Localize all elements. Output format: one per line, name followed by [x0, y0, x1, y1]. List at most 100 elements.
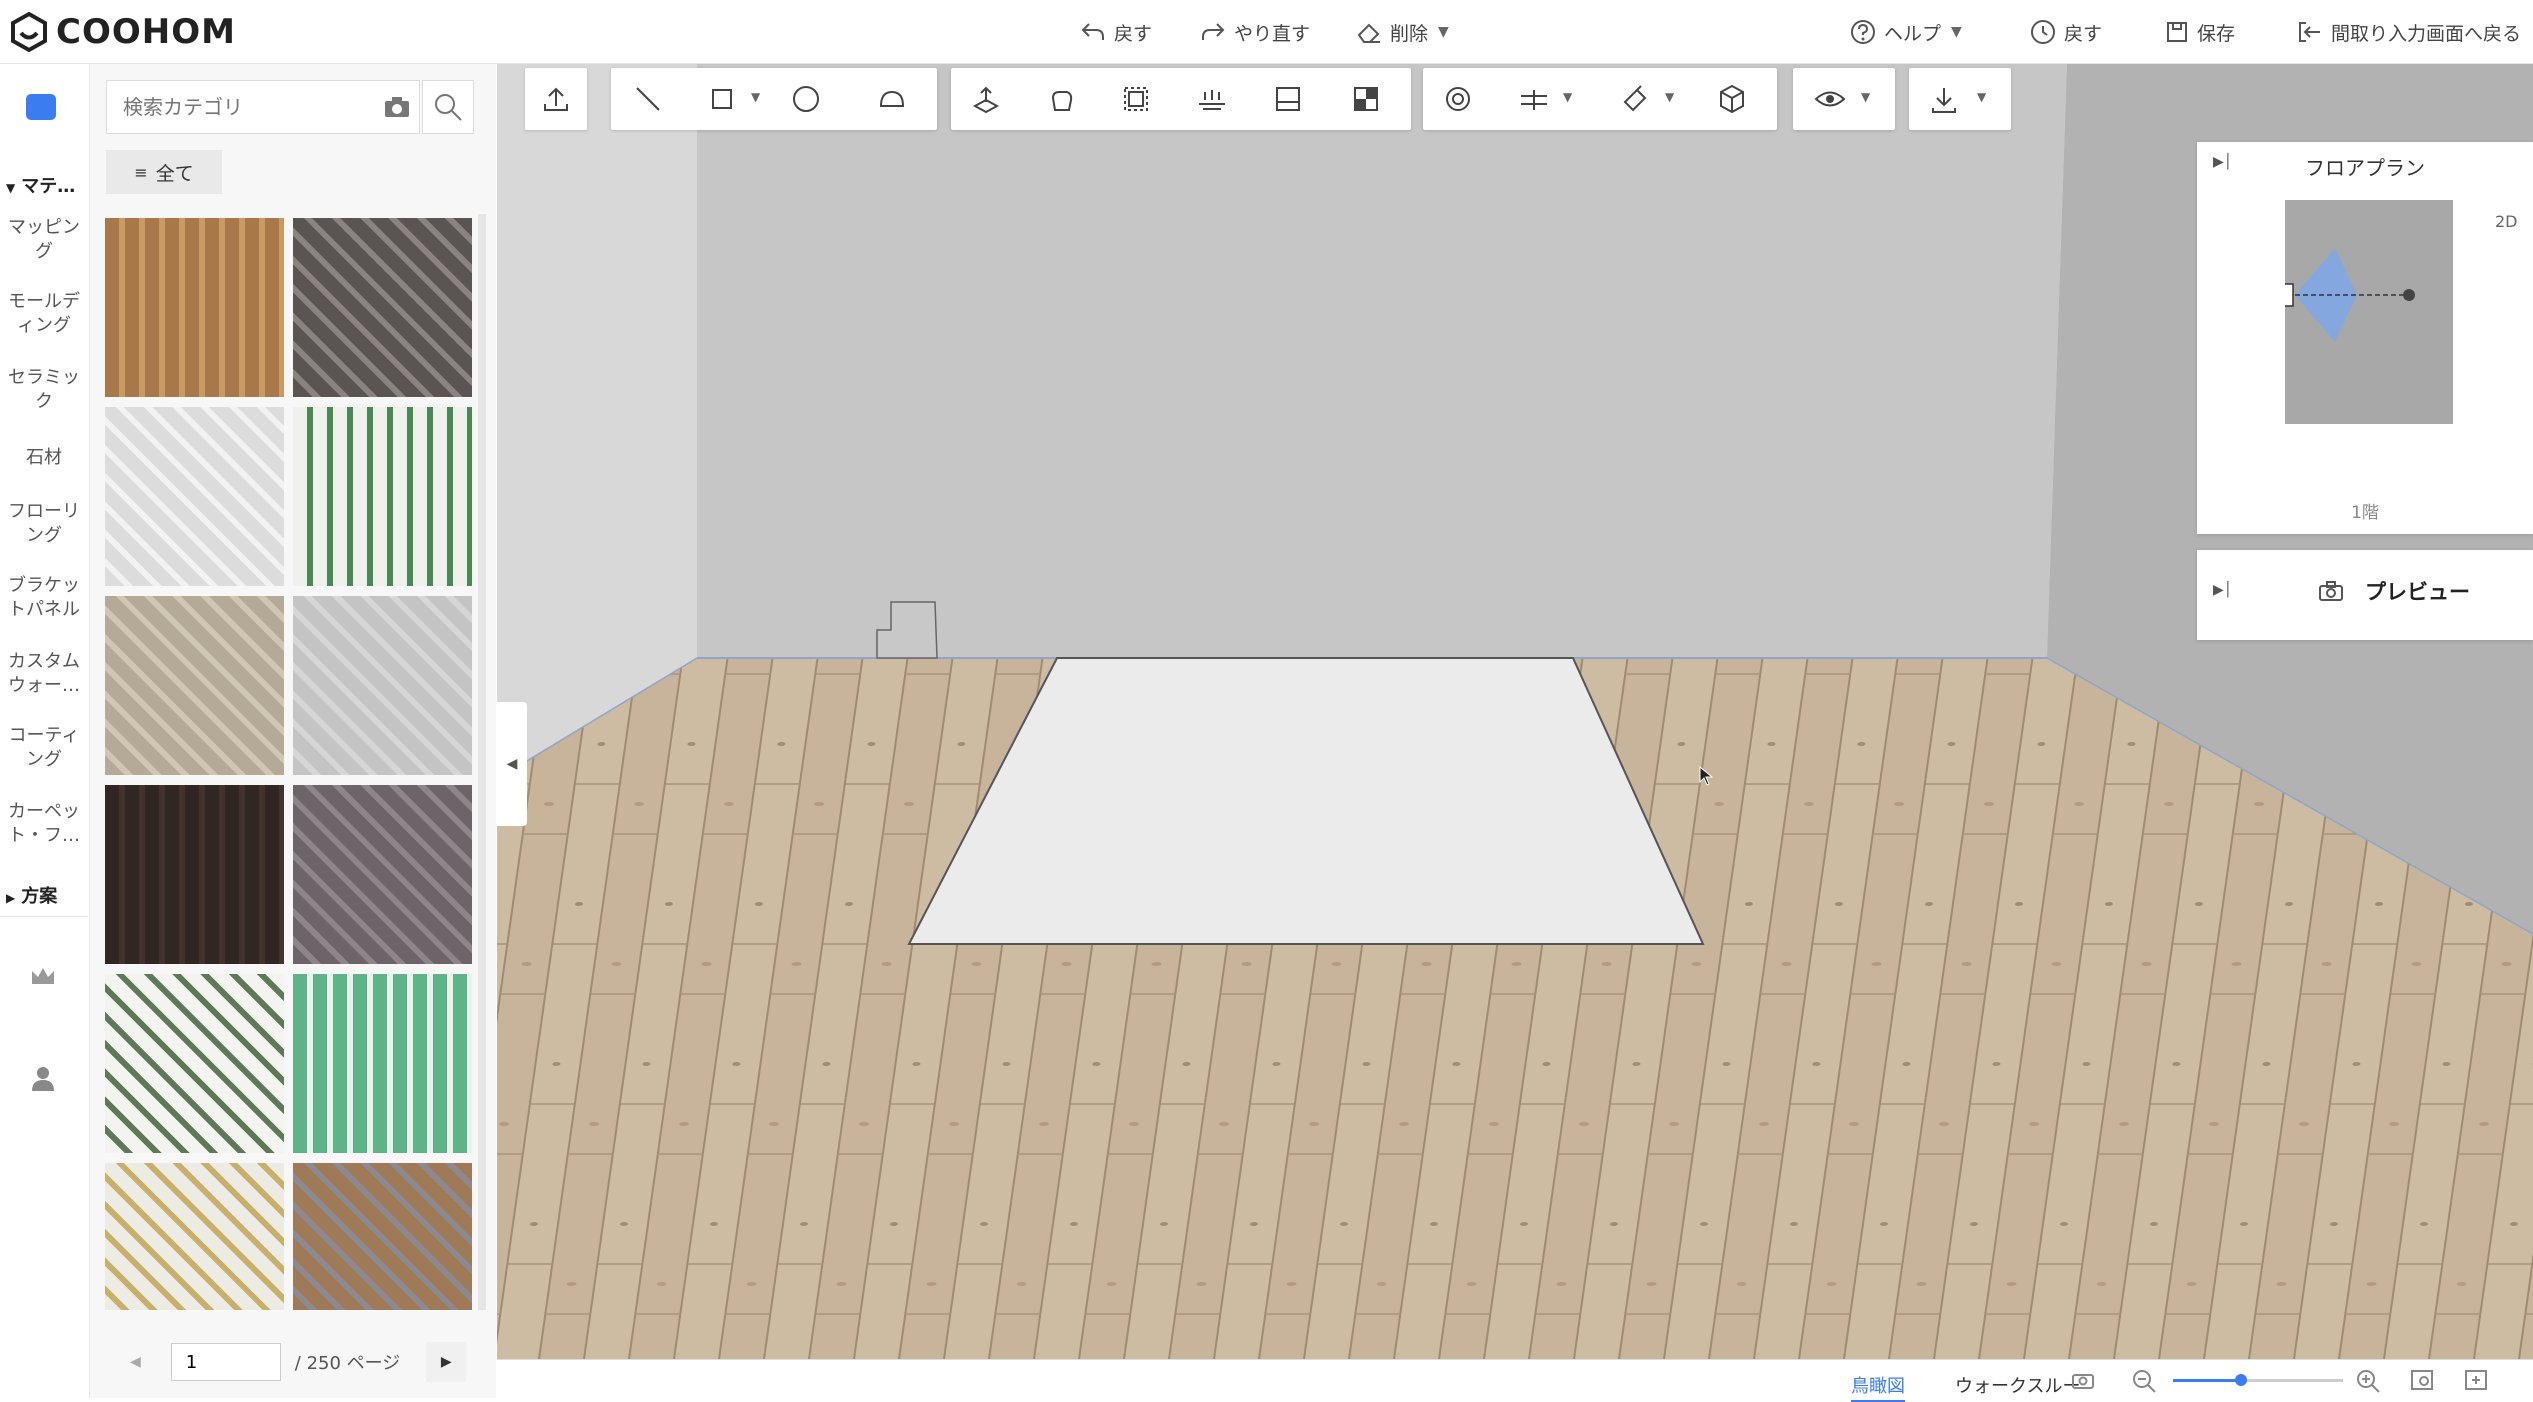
back-to-floorplan-button[interactable]: 間取り入力画面へ戻る — [2297, 14, 2521, 50]
preview-panel[interactable]: ▶│ プレビュー — [2197, 550, 2533, 640]
fullscreen-icon[interactable] — [2463, 1368, 2489, 1392]
view-mode-2d[interactable]: 2D — [2495, 212, 2518, 231]
help-icon — [1851, 20, 1875, 44]
offset-icon[interactable] — [1517, 82, 1551, 116]
collapse-right-icon[interactable]: ▶│ — [2213, 582, 2232, 598]
hand-tool-icon[interactable] — [1045, 82, 1079, 116]
floor-label[interactable]: 1階 — [2197, 498, 2533, 523]
material-tile-wood-gray[interactable] — [293, 218, 472, 397]
tool-group-upload — [525, 68, 587, 130]
select-area-icon[interactable] — [1119, 82, 1153, 116]
paint-icon[interactable] — [1617, 82, 1651, 116]
user-icon[interactable] — [30, 1064, 56, 1092]
section-plan[interactable]: ▶ 方案 — [6, 882, 57, 908]
category-item[interactable]: カーペット・フ… — [0, 800, 88, 848]
material-tile-concrete-beige[interactable] — [105, 596, 284, 775]
camera-icon[interactable] — [2071, 1370, 2095, 1390]
divider — [0, 916, 88, 917]
align-icon[interactable] — [1195, 82, 1229, 116]
material-tile-leaf-pattern[interactable] — [293, 407, 472, 586]
fit-view-icon[interactable] — [2409, 1368, 2435, 1392]
section-material[interactable]: ▼ マテ… — [6, 172, 75, 198]
materials-tab-icon[interactable] — [26, 94, 56, 120]
history-label: 戻す — [2064, 22, 2103, 45]
category-item[interactable]: 石材 — [0, 446, 88, 470]
category-item[interactable]: モールディング — [0, 290, 88, 338]
back-to-floorplan-label: 間取り入力画面へ戻る — [2331, 22, 2522, 45]
zoom-thumb[interactable] — [2235, 1374, 2247, 1386]
chevron-down-icon: ▼ — [6, 181, 16, 195]
redo-button[interactable]: やり直す — [1200, 14, 1310, 50]
category-item[interactable]: マッピング — [0, 216, 88, 264]
page-input[interactable] — [170, 1343, 281, 1381]
camera-icon — [2319, 581, 2343, 601]
cube-icon[interactable] — [1715, 82, 1749, 116]
tool-group-view: ▼ — [1793, 68, 1895, 130]
material-brush-icon[interactable] — [1441, 82, 1475, 116]
delete-label: 削除 — [1390, 22, 1429, 45]
search-input[interactable] — [121, 81, 375, 133]
tool-group-export: ▼ — [1909, 68, 2011, 130]
split-icon[interactable] — [1349, 82, 1383, 116]
line-tool-icon[interactable] — [631, 82, 665, 116]
material-tile-marble-white[interactable] — [105, 407, 284, 586]
category-item[interactable]: ブラケットパネル — [0, 574, 88, 622]
search-box[interactable] — [106, 80, 420, 134]
extrude-icon[interactable] — [969, 82, 1003, 116]
zoom-in-icon[interactable] — [2355, 1368, 2381, 1394]
category-item[interactable]: カスタムウォー… — [0, 650, 88, 698]
filter-all-button[interactable]: ≡ 全て — [106, 150, 222, 194]
top-toolbar: COOHOM 戻す やり直す 削除 ▼ ヘルプ ▼ 戻す 保存 間取り入力画面へ… — [0, 0, 2533, 64]
floorplan-title: フロアプラン — [2305, 156, 2425, 180]
panel-icon[interactable] — [1271, 82, 1305, 116]
chevron-down-icon[interactable]: ▼ — [1665, 90, 1674, 104]
zoom-out-icon[interactable] — [2131, 1368, 2157, 1394]
download-icon[interactable] — [1927, 82, 1961, 116]
help-button[interactable]: ヘルプ ▼ — [1850, 14, 1962, 50]
collapse-panel-button[interactable]: ◀ — [497, 702, 527, 826]
sort-icon: ≡ — [134, 162, 148, 182]
material-tile-granite-gray[interactable] — [293, 785, 472, 964]
filter-label: 全て — [155, 162, 194, 185]
undo-button[interactable]: 戻す — [1080, 14, 1152, 50]
material-tile-carpet-patch[interactable] — [293, 1163, 472, 1310]
redo-label: やり直す — [1234, 22, 1311, 45]
material-tile-dark-stone[interactable] — [105, 785, 284, 964]
chevron-down-icon[interactable]: ▼ — [751, 90, 760, 104]
preview-header: プレビュー — [2317, 576, 2470, 606]
delete-button[interactable]: 削除 ▼ — [1356, 14, 1449, 50]
category-item[interactable]: セラミック — [0, 366, 88, 414]
category-item[interactable]: フローリング — [0, 500, 88, 548]
search-button[interactable] — [422, 80, 474, 134]
save-icon — [2167, 22, 2187, 42]
back-wall-face — [697, 64, 2067, 658]
history-button[interactable]: 戻す — [2030, 14, 2102, 50]
next-page-button[interactable]: ▶ — [426, 1342, 467, 1382]
material-tile-leaf-white[interactable] — [105, 974, 284, 1153]
chevron-down-icon[interactable]: ▼ — [1861, 90, 1870, 104]
eye-icon[interactable] — [1813, 82, 1847, 116]
save-button[interactable]: 保存 — [2165, 14, 2235, 50]
material-tile-wood-light[interactable] — [105, 218, 284, 397]
arc-tool-icon[interactable] — [875, 82, 909, 116]
crown-icon[interactable] — [29, 964, 57, 988]
eraser-icon — [1357, 23, 1380, 43]
camera-icon[interactable] — [383, 95, 411, 119]
camera-view-cone[interactable] — [2280, 200, 2453, 424]
tab-walkthrough[interactable]: ウォークスルー — [1955, 1372, 2080, 1398]
zoom-slider[interactable] — [2173, 1374, 2343, 1386]
category-item[interactable]: コーティング — [0, 724, 88, 772]
circle-tool-icon[interactable] — [789, 82, 823, 116]
upload-icon[interactable] — [539, 82, 573, 116]
chevron-down-icon[interactable]: ▼ — [1977, 90, 1986, 104]
material-tile-tile-gray[interactable] — [293, 596, 472, 775]
material-tile-floral-hexagon[interactable] — [105, 1163, 284, 1310]
material-tile-geometric-green[interactable] — [293, 974, 472, 1153]
mouse-cursor-icon — [1699, 766, 1713, 786]
chevron-down-icon[interactable]: ▼ — [1563, 90, 1572, 104]
scrollbar[interactable] — [478, 214, 486, 1310]
logo[interactable]: COOHOM — [8, 10, 236, 54]
floorplan-map[interactable] — [2280, 200, 2453, 424]
prev-page-icon[interactable]: ◀ — [130, 1354, 141, 1370]
rectangle-tool-icon[interactable] — [705, 82, 739, 116]
